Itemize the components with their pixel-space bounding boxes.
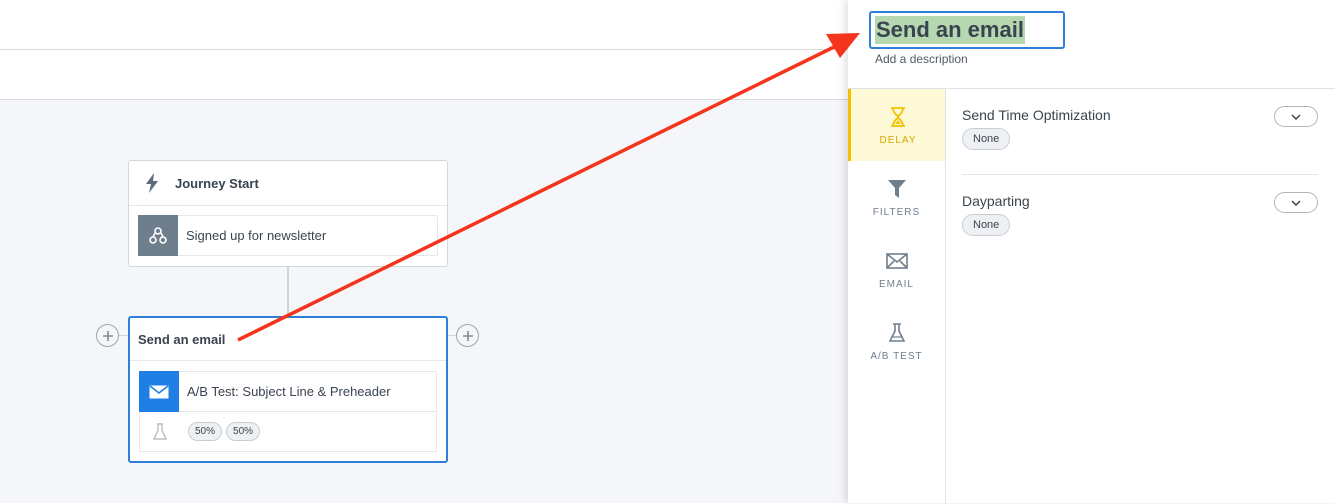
envelope-icon (139, 371, 179, 412)
setting-value-badge: None (962, 128, 1011, 150)
delay-settings: Send Time Optimization None Dayparting N… (962, 89, 1318, 261)
setting-value-badge: None (962, 214, 1011, 236)
left-plus-line (119, 335, 128, 336)
top-toolbar (0, 0, 848, 50)
journey-start-node[interactable]: Journey Start Signed up for newsletter (128, 160, 448, 267)
trigger-row[interactable]: Signed up for newsletter (138, 215, 438, 256)
dayparting-setting: Dayparting None (962, 175, 1318, 261)
email-action-row[interactable]: A/B Test: Subject Line & Preheader (139, 371, 437, 412)
ab-variants-row: 50% 50% (139, 412, 437, 452)
variant-badge[interactable]: 50% (226, 422, 261, 441)
tab-delay[interactable]: DELAY (848, 89, 945, 161)
email-action-label: A/B Test: Subject Line & Preheader (187, 384, 391, 399)
chevron-down-icon (1291, 199, 1301, 206)
lightning-icon (141, 172, 163, 194)
journey-start-title: Journey Start (175, 175, 259, 191)
add-description-link[interactable]: Add a description (875, 52, 968, 66)
sub-toolbar (0, 50, 848, 100)
journey-start-header: Journey Start (129, 161, 447, 206)
step-settings-panel: Send an email Add a description DELAY FI… (848, 0, 1335, 504)
chevron-down-icon (1291, 113, 1301, 120)
send-email-header: Send an email (130, 318, 446, 361)
flask-icon (140, 422, 180, 441)
hourglass-icon (890, 105, 906, 129)
step-title-input[interactable]: Send an email (869, 11, 1065, 49)
add-step-right-button[interactable] (456, 324, 479, 347)
panel-side-tabs: DELAY FILTERS EMAIL A/B TEST (848, 89, 946, 504)
variant-badge[interactable]: 50% (188, 422, 223, 441)
panel-body: DELAY FILTERS EMAIL A/B TEST Send Time O… (848, 88, 1335, 504)
node-connector (287, 267, 289, 316)
filter-icon (887, 177, 906, 201)
send-email-title: Send an email (138, 331, 226, 347)
plus-icon (462, 330, 473, 341)
tab-delay-label: DELAY (879, 134, 917, 146)
trigger-label: Signed up for newsletter (186, 228, 327, 243)
plus-icon (102, 330, 113, 341)
setting-label: Send Time Optimization (962, 107, 1111, 123)
step-title-value[interactable]: Send an email (875, 16, 1025, 44)
expand-toggle-button[interactable] (1274, 106, 1318, 127)
envelope-icon (885, 249, 908, 273)
send-time-optimization-setting: Send Time Optimization None (962, 89, 1318, 175)
add-step-left-button[interactable] (96, 324, 119, 347)
segment-icon (138, 215, 178, 256)
tab-ab-test[interactable]: A/B TEST (848, 305, 945, 377)
tab-email-label: EMAIL (878, 278, 914, 290)
tab-filters-label: FILTERS (872, 206, 921, 218)
tab-ab-test-label: A/B TEST (870, 350, 923, 362)
send-email-node[interactable]: Send an email A/B Test: Subject Line & P… (128, 316, 448, 463)
setting-label: Dayparting (962, 193, 1030, 209)
tab-email[interactable]: EMAIL (848, 233, 945, 305)
tab-filters[interactable]: FILTERS (848, 161, 945, 233)
flask-icon (888, 321, 905, 345)
expand-toggle-button[interactable] (1274, 192, 1318, 213)
